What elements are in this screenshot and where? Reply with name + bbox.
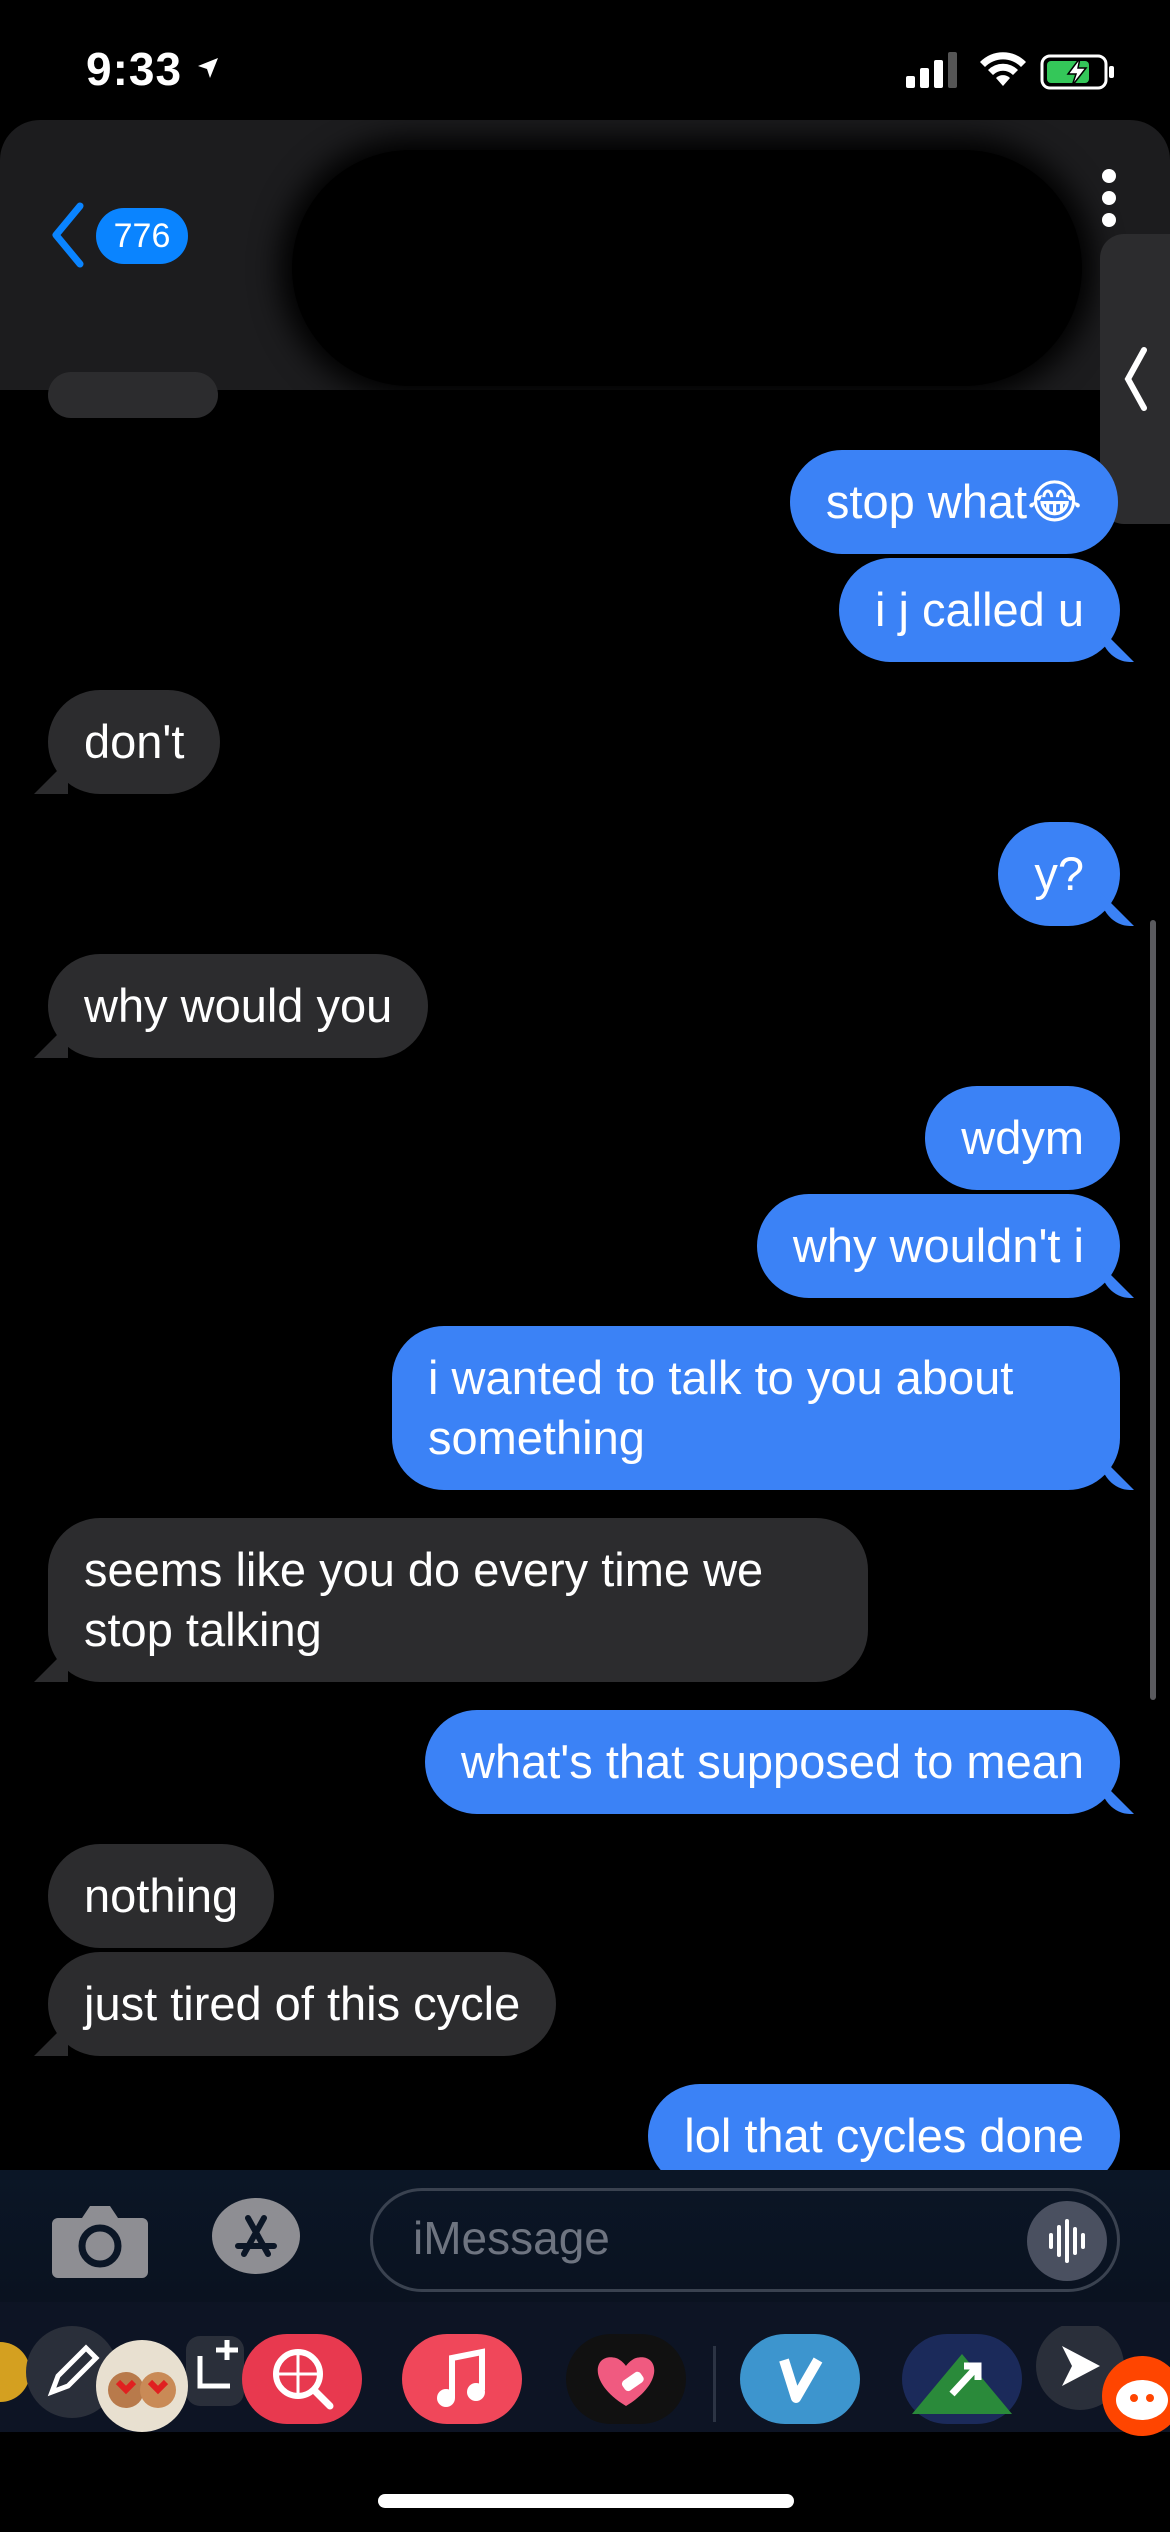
message-text: i j called u	[875, 583, 1084, 636]
message-input-placeholder: iMessage	[413, 2212, 610, 2264]
message-sent[interactable]: wdym	[925, 1086, 1120, 1190]
back-button[interactable]: 776	[48, 200, 198, 270]
redacted-contact-info	[292, 150, 1082, 386]
message-received[interactable]: don't	[48, 690, 221, 794]
message-text: seems like you do every time we stop tal…	[84, 1543, 764, 1656]
home-indicator[interactable]	[378, 2494, 794, 2508]
message-text: why would you	[84, 979, 393, 1032]
cellular-signal-icon	[906, 52, 957, 88]
message-text: wdym	[961, 1111, 1084, 1164]
scrollbar[interactable]	[1150, 920, 1156, 1700]
message-sent[interactable]: what's that supposed to mean	[425, 1710, 1120, 1814]
arrow-game-icon	[912, 2354, 1012, 2414]
digital-touch-icon[interactable]	[566, 2334, 686, 2424]
heart-hand-icon	[597, 2357, 655, 2406]
message-input[interactable]: iMessage	[370, 2188, 1120, 2292]
music-note-icon	[437, 2348, 485, 2407]
waveform-icon	[1049, 2219, 1085, 2263]
venmo-v-icon	[779, 2357, 823, 2403]
unread-count-badge: 776	[96, 208, 188, 264]
message-text: nothing	[84, 1869, 239, 1922]
game-icon[interactable]	[902, 2334, 1022, 2424]
magnifier-globe-icon	[273, 2349, 334, 2410]
message-received[interactable]: seems like you do every time we stop tal…	[48, 1518, 868, 1682]
message-received[interactable]: just tired of this cycle	[48, 1952, 557, 2056]
message-sent[interactable]: i wanted to talk to you about something	[392, 1326, 1120, 1490]
message-received[interactable]: why would you	[48, 954, 429, 1058]
camera-icon[interactable]	[52, 2200, 148, 2278]
image-search-icon[interactable]	[242, 2334, 362, 2424]
message-text: i wanted to talk to you about something	[428, 1351, 1014, 1464]
message-text: lol that cycles done	[684, 2109, 1084, 2162]
message-text: why wouldn't i	[792, 1219, 1084, 1272]
app-store-icon[interactable]	[210, 2196, 318, 2276]
message-sent[interactable]: y?	[998, 822, 1120, 926]
message-text: just tired of this cycle	[84, 1977, 521, 2030]
message-received-partial	[48, 372, 218, 418]
laughing-emoji: 😂	[1027, 475, 1082, 528]
message-text: what's that supposed to mean	[461, 1735, 1084, 1788]
message-sent[interactable]: stop what😂	[789, 450, 1118, 554]
message-received[interactable]: nothing	[48, 1844, 275, 1948]
chevron-left-icon	[1124, 347, 1147, 411]
message-text: don't	[84, 715, 185, 768]
drawer-divider	[713, 2346, 716, 2422]
location-arrow-icon	[198, 58, 218, 78]
battery-charging-icon	[1040, 54, 1114, 90]
memoji-sticker-icon[interactable]	[82, 2334, 202, 2434]
message-sent[interactable]: why wouldn't i	[756, 1194, 1120, 1298]
chevron-left-icon	[52, 202, 84, 268]
wifi-icon	[980, 52, 1026, 86]
venmo-icon[interactable]	[740, 2334, 860, 2424]
voice-input-button[interactable]	[1027, 2201, 1107, 2281]
more-options-icon[interactable]	[1090, 168, 1128, 228]
message-text: stop what	[825, 475, 1028, 528]
message-text: y?	[1034, 847, 1084, 900]
music-icon[interactable]	[402, 2334, 522, 2424]
reddit-icon[interactable]	[1030, 2326, 1170, 2436]
status-bar: 9:33	[0, 0, 1170, 120]
status-time: 9:33	[86, 43, 183, 95]
message-sent[interactable]: i j called u	[839, 558, 1120, 662]
